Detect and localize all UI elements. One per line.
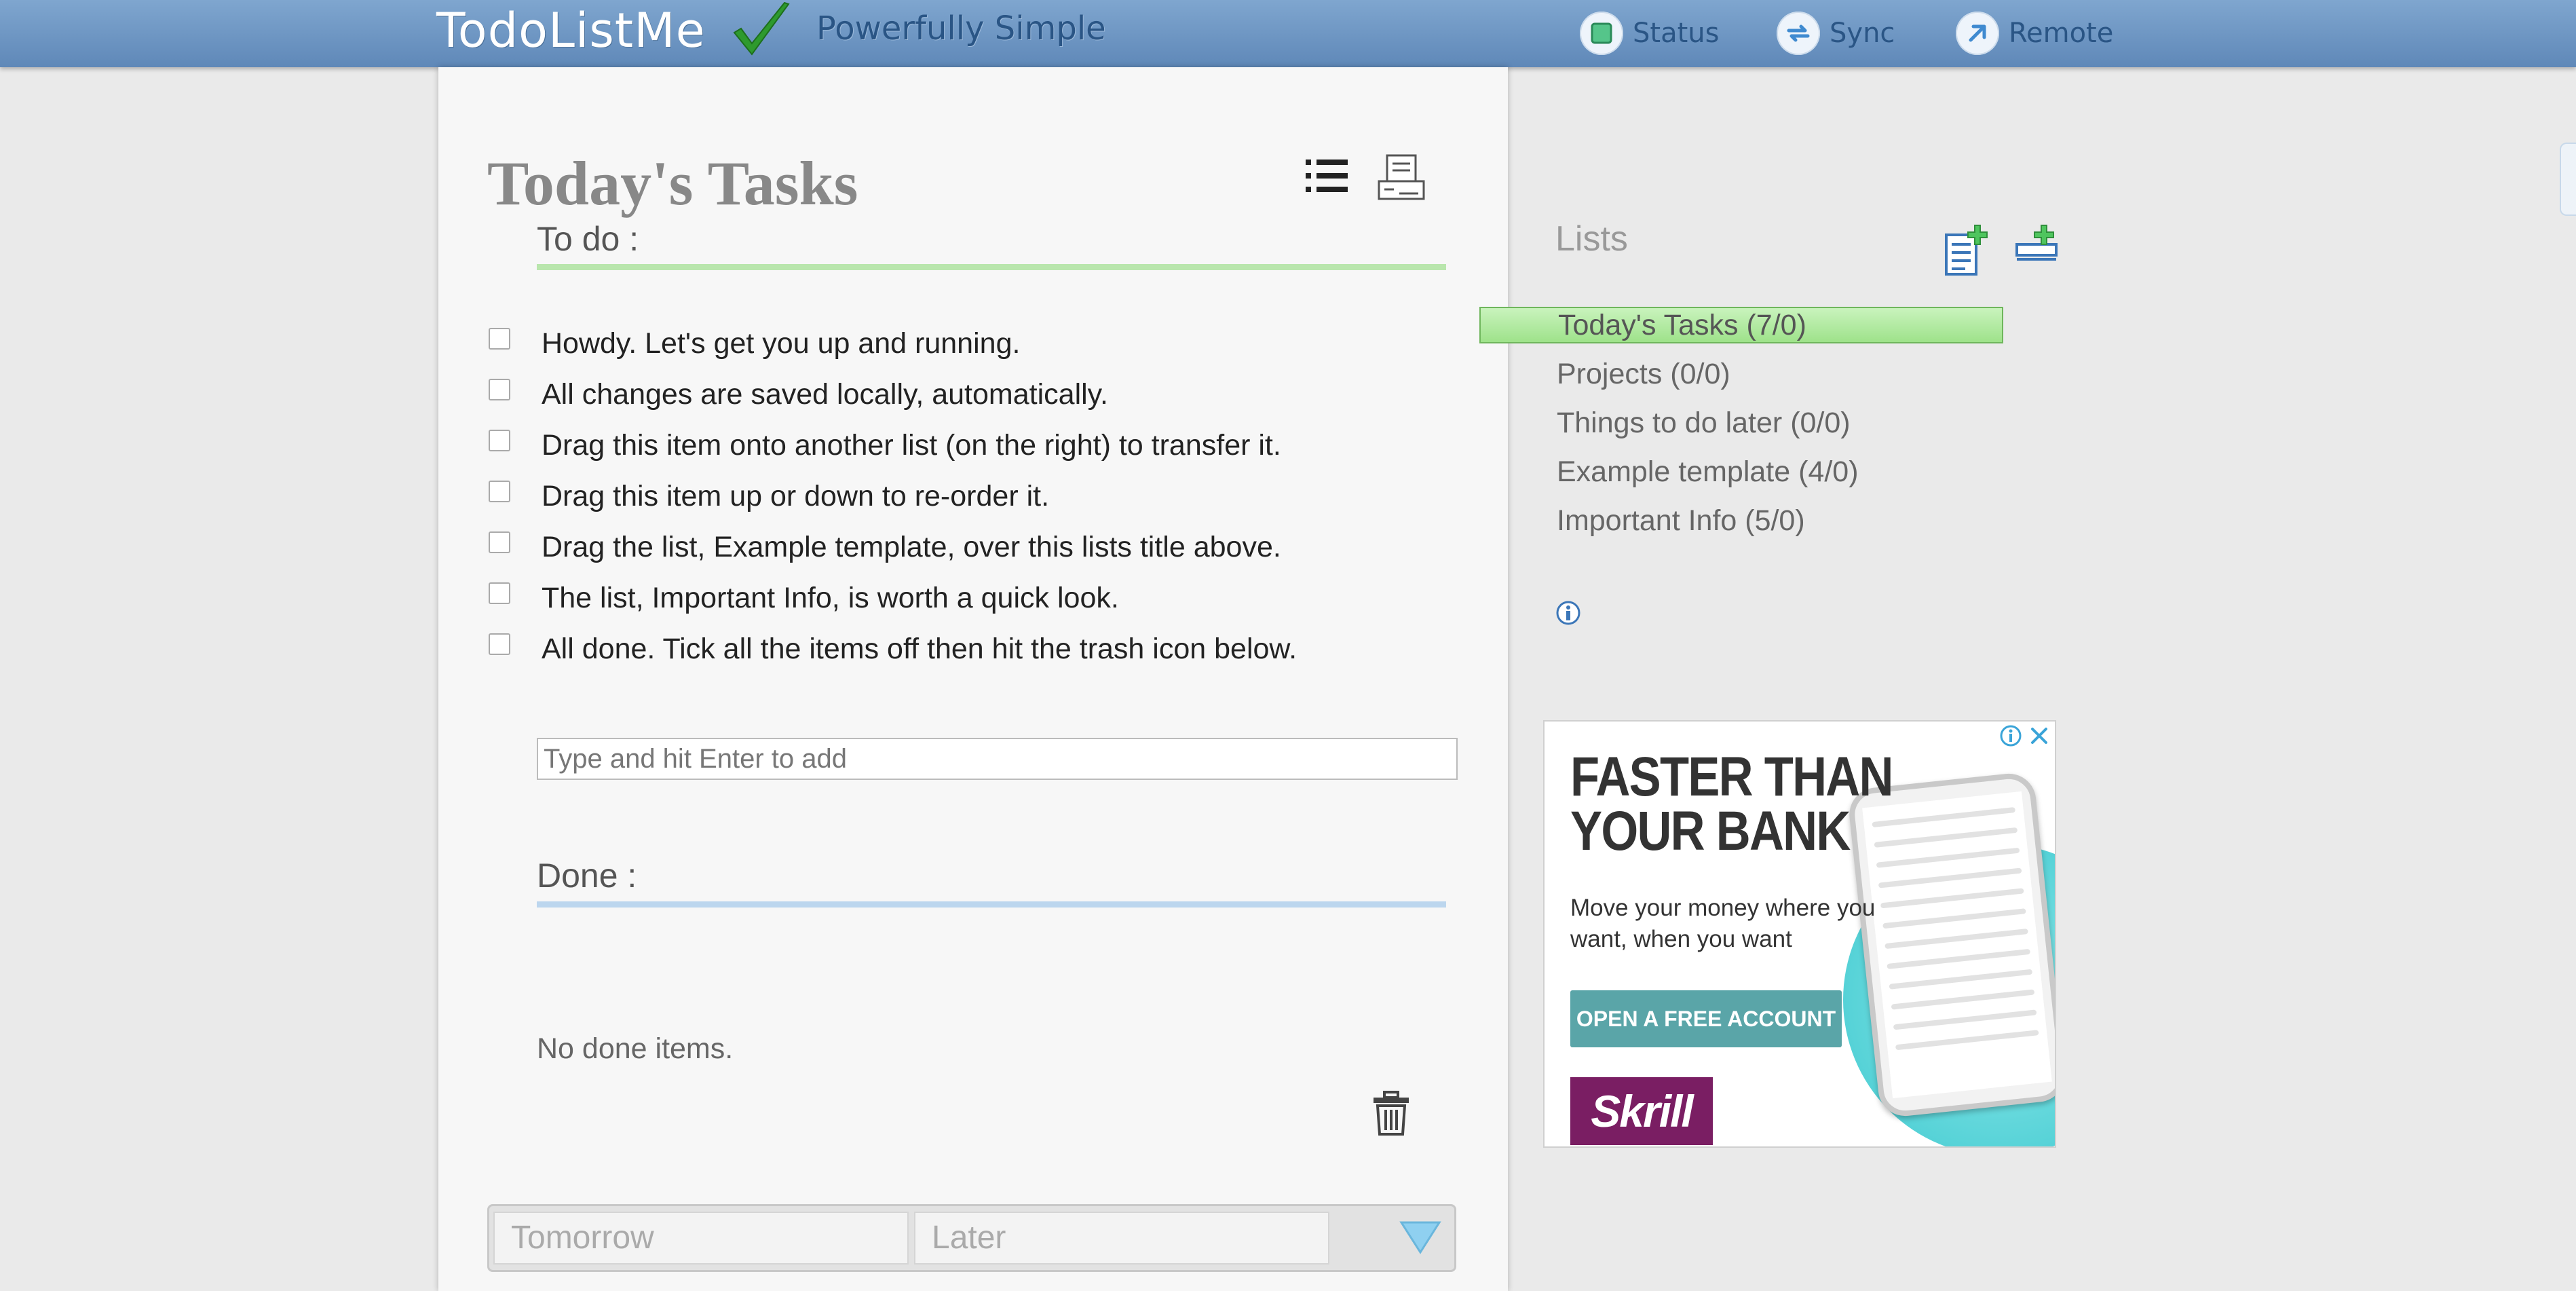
list-item-projects[interactable]: Projects (0/0)	[1479, 356, 2003, 405]
advertisement[interactable]: FASTER THAN YOUR BANK Move your money wh…	[1543, 720, 2056, 1148]
list-title[interactable]: Today's Tasks	[487, 147, 858, 219]
lists-nav: Today's Tasks (7/0) Projects (0/0) Thing…	[1479, 307, 2003, 551]
todo-section-label: To do :	[537, 220, 639, 258]
task-checkbox[interactable]	[489, 430, 510, 451]
triangle-down-icon[interactable]	[1399, 1218, 1442, 1255]
tab-tomorrow[interactable]: Tomorrow	[493, 1212, 909, 1265]
status-button[interactable]: Status	[1580, 10, 1719, 57]
task-checkbox[interactable]	[489, 633, 510, 655]
remote-button[interactable]: Remote	[1956, 10, 2113, 57]
task-item[interactable]: Howdy. Let's get you up and running.	[489, 325, 1452, 376]
list-item-label: Projects (0/0)	[1557, 358, 1730, 390]
list-view-icon[interactable]	[1304, 155, 1350, 196]
ad-headline: FASTER THAN YOUR BANK	[1570, 746, 1893, 862]
lists-header: Lists	[1555, 219, 1628, 259]
schedule-tabs: Tomorrow Later	[487, 1204, 1456, 1272]
info-icon[interactable]	[1555, 600, 1581, 626]
todo-list: Howdy. Let's get you up and running. All…	[489, 325, 1452, 681]
ad-headline-line: FASTER THAN	[1570, 746, 1893, 808]
remote-arrow-icon	[1956, 12, 1999, 55]
ad-body: Move your money where you want, when you…	[1570, 895, 1876, 952]
task-text[interactable]: Drag this item onto another list (on the…	[542, 427, 1281, 464]
new-list-icon[interactable]	[1944, 224, 1988, 277]
ad-brand-logo: Skrill	[1570, 1077, 1713, 1145]
task-text[interactable]: Drag this item up or down to re-order it…	[542, 478, 1049, 514]
task-text[interactable]: Drag the list, Example template, over th…	[542, 529, 1281, 565]
ad-cta-button[interactable]: OPEN A FREE ACCOUNT	[1570, 990, 1842, 1047]
no-done-message: No done items.	[537, 1032, 734, 1065]
task-checkbox[interactable]	[489, 531, 510, 553]
task-checkbox[interactable]	[489, 481, 510, 502]
task-checkbox[interactable]	[489, 379, 510, 400]
close-icon[interactable]	[2028, 724, 2051, 747]
remote-label: Remote	[2009, 18, 2114, 49]
task-item[interactable]: Drag the list, Example template, over th…	[489, 529, 1452, 580]
sync-label: Sync	[1830, 18, 1895, 49]
task-text[interactable]: All done. Tick all the items off then hi…	[542, 631, 1297, 667]
status-label: Status	[1633, 18, 1720, 49]
task-item[interactable]: The list, Important Info, is worth a qui…	[489, 580, 1452, 631]
list-item-label: Today's Tasks (7/0)	[1558, 309, 1806, 341]
tab-later[interactable]: Later	[914, 1212, 1329, 1265]
print-icon[interactable]	[1376, 154, 1426, 202]
list-item-things-to-do-later[interactable]: Things to do later (0/0)	[1479, 405, 2003, 453]
app-tagline: Powerfully Simple	[816, 10, 1106, 48]
task-item[interactable]: Drag this item onto another list (on the…	[489, 427, 1452, 478]
done-section-label: Done :	[537, 857, 637, 895]
sync-arrows-icon	[1777, 12, 1820, 55]
checkmark-icon	[733, 1, 790, 56]
new-category-icon[interactable]	[2014, 224, 2062, 265]
task-text[interactable]: All changes are saved locally, automatic…	[542, 376, 1108, 413]
task-text[interactable]: The list, Important Info, is worth a qui…	[542, 580, 1119, 616]
side-panel-handle[interactable]	[2560, 143, 2576, 216]
task-text[interactable]: Howdy. Let's get you up and running.	[542, 325, 1020, 362]
list-item-label: Things to do later (0/0)	[1557, 407, 1851, 439]
trash-icon[interactable]	[1372, 1091, 1410, 1136]
sync-button[interactable]: Sync	[1777, 10, 1895, 57]
ad-info-icon[interactable]	[1999, 724, 2022, 747]
task-item[interactable]: All done. Tick all the items off then hi…	[489, 631, 1452, 681]
ad-headline-line: YOUR BANK	[1570, 800, 1851, 862]
list-item-label: Example template (4/0)	[1557, 455, 1859, 488]
done-divider	[537, 901, 1446, 908]
task-checkbox[interactable]	[489, 328, 510, 350]
task-item[interactable]: All changes are saved locally, automatic…	[489, 376, 1452, 427]
top-bar: TodoListMe Powerfully Simple Status Sync…	[0, 0, 2576, 67]
list-item-label: Important Info (5/0)	[1557, 504, 1805, 537]
list-item-example-template[interactable]: Example template (4/0)	[1479, 453, 2003, 502]
task-item[interactable]: Drag this item up or down to re-order it…	[489, 478, 1452, 529]
todo-divider	[537, 264, 1446, 270]
status-square-icon	[1580, 12, 1623, 55]
list-item-important-info[interactable]: Important Info (5/0)	[1479, 502, 2003, 551]
add-task-input[interactable]	[537, 738, 1458, 780]
list-panel: Today's Tasks To do : Howdy. Let's get y…	[438, 67, 1508, 1291]
app-logo-text[interactable]: TodoListMe	[436, 3, 706, 58]
task-checkbox[interactable]	[489, 582, 510, 604]
list-item-todays-tasks[interactable]: Today's Tasks (7/0)	[1479, 307, 2003, 343]
